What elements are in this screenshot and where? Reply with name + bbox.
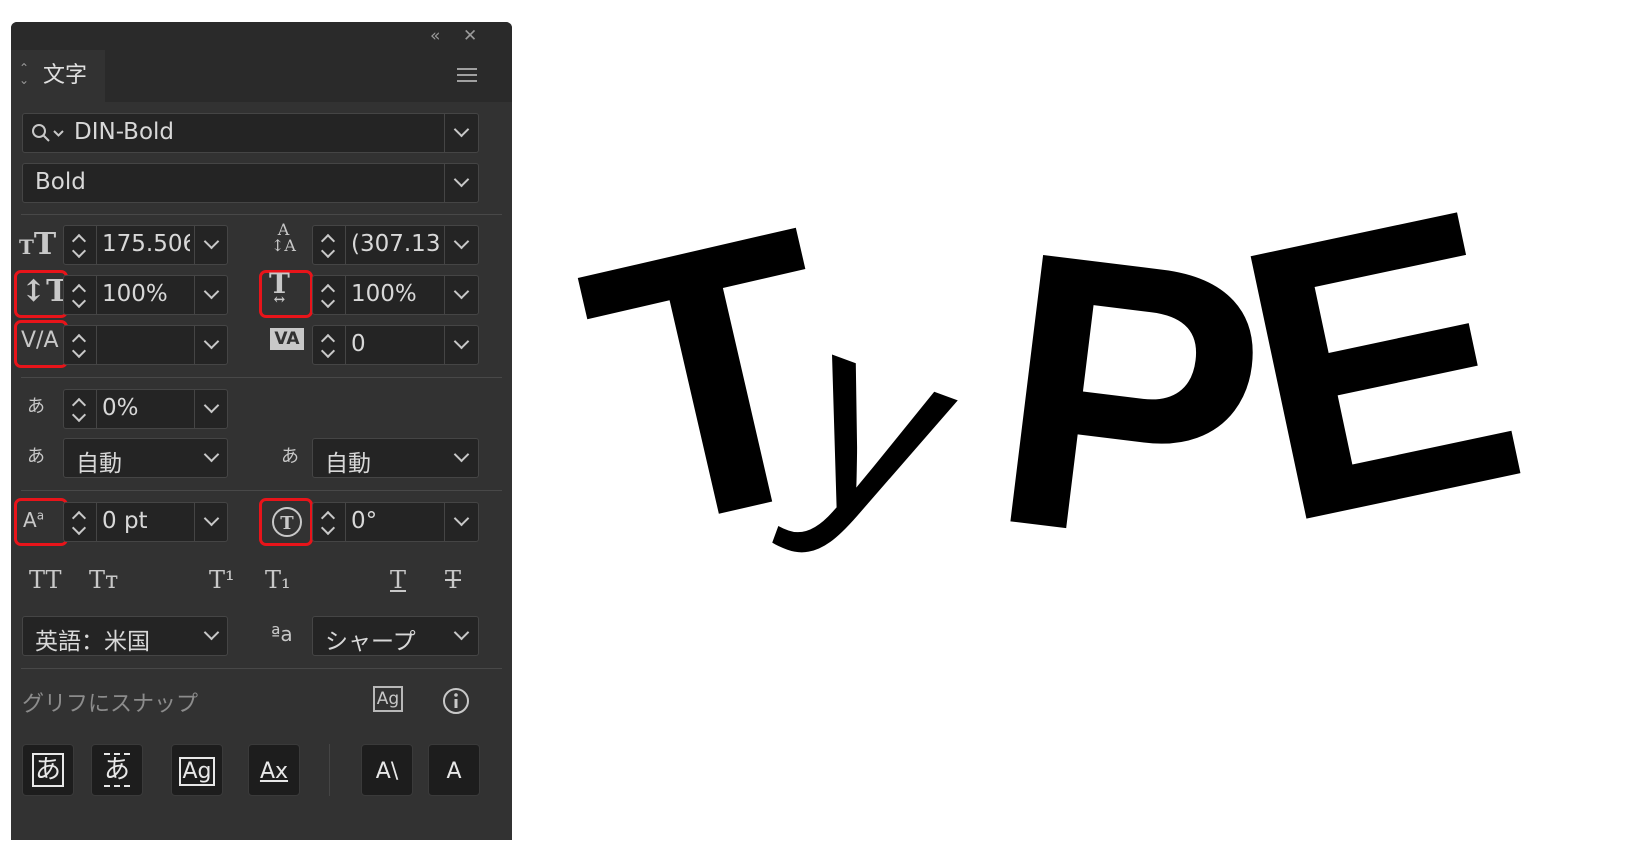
chevron-down-icon — [203, 397, 220, 414]
character-rotation-field[interactable]: 0° — [312, 502, 479, 542]
subscript-button[interactable]: T₁ — [265, 566, 291, 594]
chevron-down-icon — [453, 121, 470, 138]
tsume-value: 0% — [102, 395, 139, 421]
antialias-icon: ªa — [271, 622, 293, 646]
strikethrough-button[interactable]: T — [445, 566, 461, 594]
stepper-down-icon[interactable] — [320, 243, 336, 259]
font-style-value: Bold — [35, 169, 86, 195]
glyph-bounds-button[interactable]: Ag — [171, 744, 223, 796]
divider — [21, 214, 502, 215]
chevron-down-icon — [453, 233, 470, 250]
horizontal-scale-value: 100% — [351, 281, 417, 307]
stepper-down-icon[interactable] — [320, 520, 336, 536]
tab-row: ⌃ ⌄ 文字 — [11, 50, 512, 102]
font-style-select[interactable]: Bold — [22, 163, 479, 203]
aki-left-icon: あ — [27, 446, 45, 467]
font-size-icon: TT — [19, 227, 57, 262]
stepper-down-icon[interactable] — [71, 520, 87, 536]
search-icon — [32, 124, 64, 142]
tsume-icon: あ — [27, 396, 45, 417]
small-caps-button[interactable]: Tт — [89, 566, 118, 594]
chevron-down-icon — [203, 510, 220, 527]
chevron-down-icon — [453, 446, 470, 463]
canvas-artwork: T y P E — [555, 125, 1620, 700]
aki-left-value: 自動 — [76, 451, 122, 477]
stepper-down-icon[interactable] — [71, 343, 87, 359]
svg-text:T: T — [280, 513, 294, 534]
aki-right-icon: あ — [281, 446, 299, 467]
stepper-down-icon[interactable] — [320, 293, 336, 309]
chevron-down-icon — [453, 283, 470, 300]
snap-to-glyph-label: グリフにスナップ — [22, 692, 199, 717]
proximity-guides-button[interactable]: Ax — [248, 744, 300, 796]
tab-character[interactable]: ⌃ ⌄ 文字 — [11, 50, 105, 102]
collapse-icon[interactable]: « — [430, 22, 440, 50]
vertical-scale-value: 100% — [102, 281, 168, 307]
stepper-down-icon[interactable] — [320, 343, 336, 359]
aki-left-select[interactable]: 自動 — [63, 438, 228, 478]
chevron-down-icon — [453, 171, 470, 188]
chevron-down-icon — [203, 446, 220, 463]
character-rotation-value: 0° — [351, 508, 378, 534]
chevron-down-icon — [453, 333, 470, 350]
language-select[interactable]: 英語：米国 — [22, 616, 228, 656]
chevron-down-icon — [453, 624, 470, 641]
antialias-select[interactable]: シャープ — [312, 616, 479, 656]
kerning-field[interactable] — [63, 325, 228, 365]
character-panel: « ✕ ⌃ ⌄ 文字 DIN-Bold Bold TT 175.506 A ↕A… — [11, 22, 512, 840]
info-icon[interactable] — [441, 686, 471, 716]
font-family-value: DIN-Bold — [74, 119, 175, 145]
divider — [21, 490, 502, 491]
superscript-button[interactable]: T¹ — [209, 566, 235, 594]
font-family-select[interactable]: DIN-Bold — [22, 113, 479, 153]
divider — [21, 668, 502, 669]
baseline-embox-button[interactable]: あ — [22, 744, 74, 796]
tracking-value: 0 — [351, 331, 366, 357]
antialias-value: シャープ — [325, 629, 416, 655]
aki-right-select[interactable]: 自動 — [312, 438, 479, 478]
divider — [329, 744, 330, 796]
chevron-down-icon — [203, 624, 220, 641]
baseline-shift-icon: Aa — [23, 508, 45, 532]
chevron-down-icon — [203, 333, 220, 350]
glyph-snap-icon[interactable]: Ag — [373, 686, 403, 712]
anchor-point-button[interactable]: A — [428, 744, 480, 796]
icf-box-button[interactable]: あ — [91, 744, 143, 796]
tracking-icon: VA — [270, 328, 304, 350]
leading-value: (307.13 — [351, 231, 439, 257]
vertical-scale-field[interactable]: 100% — [63, 275, 228, 315]
font-size-field[interactable]: 175.506 — [63, 225, 228, 265]
vertical-scale-icon: ↕T — [21, 274, 69, 309]
underline-button[interactable]: T — [390, 566, 406, 594]
leading-field[interactable]: (307.13 — [312, 225, 479, 265]
all-caps-button[interactable]: TT — [29, 566, 61, 594]
tsume-field[interactable]: 0% — [63, 389, 228, 429]
chevron-down-icon — [203, 233, 220, 250]
stepper-down-icon[interactable] — [71, 407, 87, 423]
character-rotation-icon: T — [272, 507, 302, 537]
tab-label: 文字 — [43, 63, 88, 88]
language-value: 英語：米国 — [35, 629, 150, 655]
baseline-shift-field[interactable]: 0 pt — [63, 502, 228, 542]
chevron-down-icon — [453, 510, 470, 527]
hamburger-menu-icon[interactable] — [457, 67, 477, 83]
chevron-down-icon — [203, 283, 220, 300]
angular-guides-button[interactable]: A\ — [361, 744, 413, 796]
aki-right-value: 自動 — [325, 451, 371, 477]
horizontal-scale-icon: T ↔ — [269, 267, 290, 308]
leading-icon: A ↕A — [271, 220, 296, 255]
divider — [21, 377, 502, 378]
font-size-value: 175.506 — [102, 231, 190, 257]
kerning-icon: V/A — [21, 328, 59, 353]
stepper-down-icon[interactable] — [71, 293, 87, 309]
stepper-down-icon[interactable] — [71, 243, 87, 259]
close-icon[interactable]: ✕ — [463, 22, 477, 50]
baseline-shift-value: 0 pt — [102, 508, 148, 534]
horizontal-scale-field[interactable]: 100% — [312, 275, 479, 315]
panel-titlebar: « ✕ — [11, 22, 512, 50]
tracking-field[interactable]: 0 — [312, 325, 479, 365]
letter-e[interactable]: E — [1208, 125, 1553, 606]
tab-updown-icon: ⌃ ⌄ — [19, 61, 30, 87]
